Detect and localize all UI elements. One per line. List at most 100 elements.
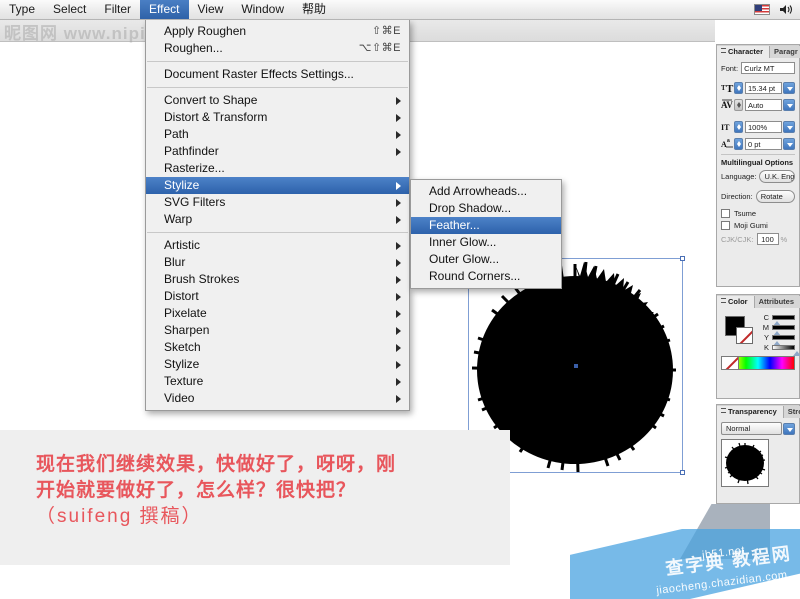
svg-text:T: T (726, 83, 734, 93)
channel-track[interactable] (772, 315, 795, 320)
submenu-arrow-icon (396, 344, 401, 352)
baseline-shift-popup-button[interactable] (783, 138, 795, 150)
menu-item-sketch[interactable]: Sketch (146, 339, 409, 356)
baseline-shift-stepper[interactable] (734, 138, 743, 150)
menu-view[interactable]: View (189, 0, 233, 19)
menu-item-shortcut: ⌥⇧⌘E (359, 40, 401, 57)
channel-label: M (759, 323, 769, 332)
character-palette-tabs: Character Paragr (717, 45, 799, 58)
us-flag-icon[interactable] (754, 4, 770, 15)
font-family-input[interactable]: Curlz MT (741, 62, 795, 74)
menu-item-label: Warp (164, 211, 192, 228)
submenu-item-add-arrowheads[interactable]: Add Arrowheads... (411, 183, 561, 200)
transparency-palette-body: Normal (717, 418, 799, 491)
menu-item-video[interactable]: Video (146, 390, 409, 407)
menu-effect[interactable]: Effect (140, 0, 188, 19)
tab-paragraph[interactable]: Paragr (770, 46, 800, 58)
tab-character[interactable]: Character (717, 46, 770, 58)
tsume-row[interactable]: Tsume (721, 209, 795, 218)
channel-track[interactable] (772, 335, 795, 340)
font-size-popup-button[interactable] (783, 82, 795, 94)
menu-item-convert-to-shape[interactable]: Convert to Shape (146, 92, 409, 109)
color-spectrum-bar[interactable] (721, 356, 795, 370)
tab-transparency[interactable]: Transparency (717, 406, 784, 418)
submenu-item-feather[interactable]: Feather... (411, 217, 561, 234)
font-size-input[interactable]: 15.34 pt (745, 82, 782, 94)
submenu-arrow-icon (396, 378, 401, 386)
mojigumi-checkbox[interactable] (721, 221, 730, 230)
menu-item-distort-and-transform[interactable]: Distort & Transform (146, 109, 409, 126)
menu-filter[interactable]: Filter (95, 0, 140, 19)
menu-item-label: Distort & Transform (164, 109, 267, 126)
submenu-arrow-icon (396, 310, 401, 318)
vertical-scale-popup-button[interactable] (783, 121, 795, 133)
submenu-arrow-icon (396, 182, 401, 190)
menu-item-blur[interactable]: Blur (146, 254, 409, 271)
menu-item-label: Apply Roughen (164, 23, 246, 40)
tab-attributes[interactable]: Attributes (755, 296, 800, 308)
submenu-item-outer-glow[interactable]: Outer Glow... (411, 251, 561, 268)
vertical-scale-stepper[interactable] (734, 121, 743, 133)
cjk-unit: % (781, 235, 788, 244)
menu-bar: Type Select Filter Effect View Window 帮助 (0, 0, 800, 20)
channel-track[interactable] (772, 325, 795, 330)
resize-handle-top-right[interactable] (680, 256, 685, 261)
submenu-item-round-corners[interactable]: Round Corners... (411, 268, 561, 285)
menu-help[interactable]: 帮助 (293, 0, 335, 19)
submenu-item-inner-glow[interactable]: Inner Glow... (411, 234, 561, 251)
font-size-stepper[interactable] (734, 82, 743, 94)
mojigumi-row[interactable]: Moji Gumi (721, 221, 795, 230)
direction-select[interactable]: Rotate (756, 190, 795, 203)
volume-icon[interactable] (779, 3, 794, 16)
stroke-swatch[interactable] (736, 327, 753, 344)
menu-item-texture[interactable]: Texture (146, 373, 409, 390)
menu-item-svg-filters[interactable]: SVG Filters (146, 194, 409, 211)
menu-item-stylize[interactable]: Stylize (146, 177, 409, 194)
menu-item-distort[interactable]: Distort (146, 288, 409, 305)
menu-item-rasterize[interactable]: Rasterize... (146, 160, 409, 177)
none-slash-icon (722, 357, 739, 369)
menu-item-path[interactable]: Path (146, 126, 409, 143)
none-color-swatch[interactable] (722, 357, 739, 369)
blend-mode-popup-button[interactable] (783, 423, 795, 435)
channel-thumb[interactable] (793, 351, 800, 356)
submenu-item-drop-shadow[interactable]: Drop Shadow... (411, 200, 561, 217)
cjk-input[interactable]: 100 (757, 233, 779, 245)
menu-item-label: Path (164, 126, 189, 143)
menu-item-sharpen[interactable]: Sharpen (146, 322, 409, 339)
menu-item-warp[interactable]: Warp (146, 211, 409, 228)
cmyk-slider-c[interactable]: C (759, 312, 795, 322)
menu-item-roughen[interactable]: Roughen... ⌥⇧⌘E (146, 40, 409, 57)
menu-item-stylize-photoshop[interactable]: Stylize (146, 356, 409, 373)
channel-track[interactable] (772, 345, 795, 350)
font-size-row: TT 15.34 pt (721, 81, 795, 95)
submenu-arrow-icon (396, 259, 401, 267)
menu-item-apply-roughen[interactable]: Apply Roughen ⇧⌘E (146, 23, 409, 40)
tsume-checkbox[interactable] (721, 209, 730, 218)
tab-color[interactable]: Color (717, 296, 755, 308)
menu-window[interactable]: Window (232, 0, 293, 19)
menu-bar-status-area (754, 3, 800, 16)
menu-item-pixelate[interactable]: Pixelate (146, 305, 409, 322)
menu-type[interactable]: Type (0, 0, 44, 19)
resize-handle-bottom-right[interactable] (680, 470, 685, 475)
tab-label: Transparency (728, 407, 777, 416)
menu-item-brush-strokes[interactable]: Brush Strokes (146, 271, 409, 288)
menu-item-pathfinder[interactable]: Pathfinder (146, 143, 409, 160)
menu-separator (147, 61, 408, 62)
menu-item-label: Blur (164, 254, 185, 271)
font-size-icon: TT (721, 81, 734, 95)
menu-select[interactable]: Select (44, 0, 95, 19)
baseline-shift-input[interactable]: 0 pt (745, 138, 782, 150)
kerning-input[interactable]: Auto (745, 99, 782, 111)
vertical-scale-input[interactable]: 100% (745, 121, 782, 133)
tab-stroke[interactable]: Stro (784, 406, 800, 418)
blend-mode-select[interactable]: Normal (721, 422, 782, 435)
menu-item-artistic[interactable]: Artistic (146, 237, 409, 254)
menu-item-label: Convert to Shape (164, 92, 257, 109)
language-select[interactable]: U.K. Eng (759, 170, 795, 183)
menu-item-document-raster-effects-settings[interactable]: Document Raster Effects Settings... (146, 66, 409, 83)
kerning-popup-button[interactable] (783, 99, 795, 111)
transparency-thumbnail[interactable] (721, 439, 769, 487)
kerning-stepper[interactable] (734, 99, 743, 111)
